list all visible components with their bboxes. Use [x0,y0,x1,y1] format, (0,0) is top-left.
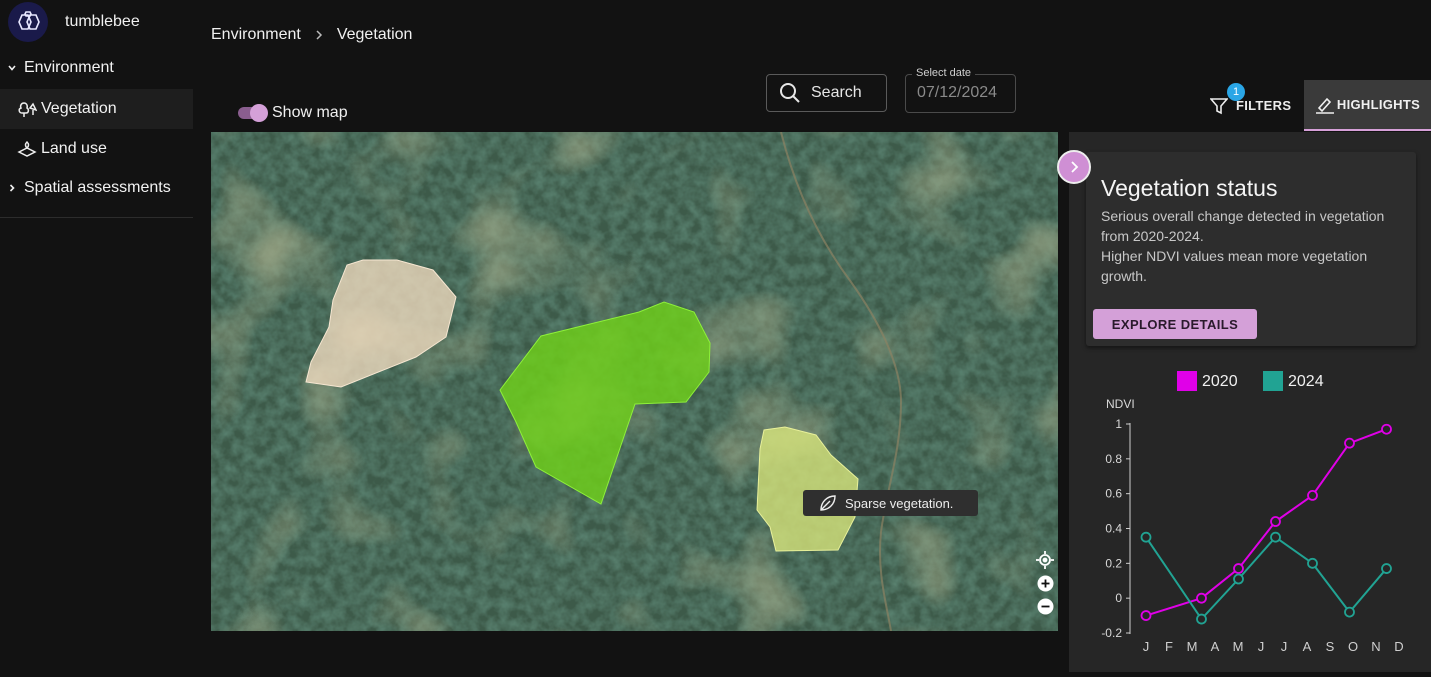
toggle-track [238,104,268,122]
x-tick-label: A [1303,639,1312,654]
legend-swatch [1177,371,1197,391]
land-use-icon [17,140,37,158]
sidebar-item-label: Land use [41,140,107,157]
y-tick-label: -0.2 [1101,626,1122,640]
highlighter-icon [1315,96,1335,114]
y-tick-label: 0.2 [1105,556,1122,570]
x-tick-label: A [1211,639,1220,654]
leaf-icon [819,494,837,512]
logo-icon [8,2,48,42]
explore-details-button[interactable]: EXPLORE DETAILS [1093,309,1257,339]
toggle-knob [250,104,268,122]
data-point [1196,592,1207,604]
search-button[interactable]: Search [766,74,887,112]
x-tick-label: S [1326,639,1335,654]
breadcrumb: Environment Vegetation [211,26,412,44]
sidebar-item-label: Vegetation [41,100,117,117]
x-tick-label: M [1187,639,1198,654]
search-label: Search [811,84,862,101]
y-axis-label: NDVI [1106,397,1135,411]
ndvi-chart: 2020 2024 NDVI 1 0.8 0.6 0.4 0.2 0 -0.2 JFMAMJJ… [1069,360,1431,672]
show-map-label: Show map [272,104,348,121]
sidebar-divider [0,217,193,218]
y-tick-label: 0 [1115,591,1122,605]
data-point [1381,423,1392,435]
filter-count-badge: 1 [1227,83,1245,101]
data-point [1140,531,1152,543]
collapse-panel-button[interactable] [1057,150,1091,184]
app-name: tumblebee [65,13,140,30]
chevron-down-icon [5,63,19,73]
data-point [1140,610,1152,621]
breadcrumb-current: Vegetation [336,26,413,43]
data-point [1270,516,1281,527]
sidebar-item-environment[interactable]: Environment [0,48,193,88]
show-map-toggle[interactable]: Show map [238,104,348,122]
locate-icon[interactable] [1036,551,1054,569]
search-icon [779,82,801,104]
satellite-map[interactable] [211,132,1058,631]
sidebar-item-label: Environment [24,59,114,76]
breadcrumb-parent[interactable]: Environment [211,26,301,44]
sidebar-item-vegetation[interactable]: Vegetation [0,89,193,129]
y-tick-label: 1 [1115,417,1122,431]
chevron-right-icon [1068,160,1080,174]
data-point [1233,573,1244,585]
card-title: Vegetation status [1101,175,1278,201]
card-description: Serious overall change detected in veget… [1101,208,1385,244]
tab-highlights[interactable]: HIGHLIGHTS [1304,80,1431,131]
sidebar: tumblebee Environment Vegetation Land us… [0,0,193,672]
x-tick-label: J [1143,639,1150,654]
tab-filters[interactable]: FILTERS [1194,80,1304,131]
map-canvas [211,132,1058,631]
legend-label: 2020 [1202,373,1238,390]
y-tick-label: 0.6 [1105,487,1122,501]
y-tick-label: 0.8 [1105,452,1122,466]
chart-legend: 2020 2024 [1177,371,1324,391]
y-tick-label: 0.4 [1105,522,1122,536]
tab-filters-label: FILTERS [1236,98,1292,113]
data-point [1344,437,1355,449]
chart-series [1140,423,1392,625]
sidebar-item-spatial-assessments[interactable]: Spatial assessments [0,168,193,208]
x-tick-label: J [1258,639,1265,654]
map-tooltip: Sparse vegetation. [803,490,978,516]
chevron-right-icon [5,183,19,193]
data-point [1307,490,1318,501]
x-tick-label: O [1348,639,1358,654]
zoom-in-icon[interactable] [1036,574,1054,592]
data-point [1307,557,1318,569]
legend-swatch [1263,371,1283,391]
chevron-right-icon [315,27,323,43]
x-tick-label: N [1371,639,1380,654]
zoom-out-icon[interactable] [1036,597,1054,615]
tooltip-text: Sparse vegetation. [845,495,954,511]
brand[interactable]: tumblebee [8,2,140,42]
tab-highlights-label: HIGHLIGHTS [1336,97,1421,112]
x-tick-label: F [1165,639,1173,654]
x-ticks: JFMAMJJASOND [1143,639,1404,654]
date-field-value: 07/12/2024 [917,84,998,101]
data-point [1270,531,1281,543]
x-tick-label: J [1281,639,1288,654]
date-field-label: Select date [912,67,976,79]
data-point [1381,563,1392,574]
card-description-ndvi: Higher NDVI values mean more vegetation … [1101,248,1368,284]
sidebar-item-label: Spatial assessments [24,179,171,196]
sidebar-item-land-use[interactable]: Land use [0,129,193,169]
filter-icon [1210,97,1228,115]
ndvi-chart-svg: 2020 2024 NDVI 10.80.60.40.20-0.2 JFMAMJJ… [1101,371,1404,654]
x-tick-label: D [1394,639,1403,654]
series-line [1145,428,1387,617]
x-tick-label: M [1233,639,1244,654]
y-ticks: 1 0.8 0.6 0.4 0.2 0 -0.2 [1101,417,1130,640]
tree-icon [17,100,37,118]
data-point [1196,613,1207,625]
data-point [1233,563,1244,574]
data-point [1344,606,1355,618]
legend-label: 2024 [1288,373,1324,390]
